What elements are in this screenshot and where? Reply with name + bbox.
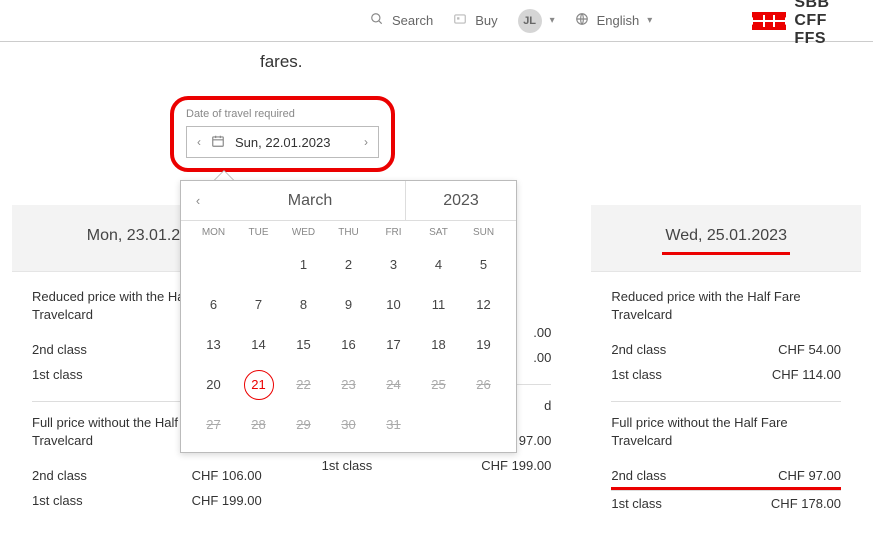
calendar-day[interactable]: 2 — [326, 252, 371, 278]
calendar-day: 23 — [326, 372, 371, 398]
price-row-1st: 1st class CHF 114.00 — [611, 362, 841, 387]
chevron-down-icon: ▾ — [550, 15, 555, 26]
calendar-day[interactable]: 10 — [371, 292, 416, 318]
buy-menu[interactable]: Buy — [453, 12, 497, 29]
calendar-day[interactable]: 18 — [416, 332, 461, 358]
calendar-day[interactable]: 12 — [461, 292, 506, 318]
calendar-day: 25 — [416, 372, 461, 398]
calendar-day-empty — [416, 412, 461, 438]
reduced-price-title: Reduced price with the Half Fare Travelc… — [591, 288, 861, 323]
search-label: Search — [392, 13, 433, 28]
calendar-dow: SUN — [461, 227, 506, 238]
calendar-icon — [211, 134, 231, 151]
calendar-day: 27 — [191, 412, 236, 438]
calendar-grid: MONTUEWEDTHUFRISATSUN1234567891011121314… — [181, 221, 516, 452]
calendar-dow: WED — [281, 227, 326, 238]
globe-icon — [575, 12, 589, 29]
calendar-day[interactable]: 17 — [371, 332, 416, 358]
calendar-day: 30 — [326, 412, 371, 438]
calendar-day: 24 — [371, 372, 416, 398]
calendar-day-empty — [191, 252, 236, 278]
ticket-icon — [453, 12, 467, 29]
date-picker-highlight: Date of travel required ‹ Sun, 22.01.202… — [170, 96, 395, 172]
calendar-day: 22 — [281, 372, 326, 398]
brand-text: SBB CFF FFS — [794, 0, 853, 48]
calendar-day[interactable]: 8 — [281, 292, 326, 318]
calendar-day[interactable]: 4 — [416, 252, 461, 278]
date-picker-label: Date of travel required — [186, 108, 379, 120]
calendar-prev-month[interactable]: ‹ — [181, 193, 215, 208]
calendar-day[interactable]: 13 — [191, 332, 236, 358]
intro-text-tail: fares. — [260, 52, 303, 72]
calendar-day-empty — [236, 252, 281, 278]
top-header: Search Buy JL ▾ English ▾ SBB CFF FFS — [0, 0, 873, 42]
calendar-day[interactable]: 16 — [326, 332, 371, 358]
price-row-1st: 1st class CHF 178.00 — [611, 491, 841, 516]
calendar-day[interactable]: 6 — [191, 292, 236, 318]
calendar-popover: ‹ March 2023 MONTUEWEDTHUFRISATSUN123456… — [180, 180, 517, 453]
calendar-day[interactable]: 21 — [236, 372, 281, 398]
calendar-day[interactable]: 9 — [326, 292, 371, 318]
calendar-day[interactable]: 1 — [281, 252, 326, 278]
chevron-down-icon: ▾ — [647, 15, 652, 26]
price-row-2nd: 2nd class CHF 106.00 — [32, 463, 262, 488]
price-row-2nd-highlighted: 2nd class CHF 97.00 — [611, 463, 841, 488]
calendar-day: 28 — [236, 412, 281, 438]
date-picker-value: Sun, 22.01.2023 — [231, 135, 354, 150]
calendar-dow: SAT — [416, 227, 461, 238]
user-menu[interactable]: JL ▾ — [518, 9, 555, 33]
calendar-day[interactable]: 5 — [461, 252, 506, 278]
price-row-1st: 1st class CHF 199.00 — [322, 453, 552, 478]
date-prev-button[interactable]: ‹ — [187, 135, 211, 149]
search-menu[interactable]: Search — [370, 12, 433, 29]
language-label: English — [597, 13, 640, 28]
price-row-1st: 1st class CHF 199.00 — [32, 488, 262, 513]
buy-label: Buy — [475, 13, 497, 28]
price-row-2nd: 2nd class CHF 54.00 — [611, 337, 841, 362]
calendar-day: 29 — [281, 412, 326, 438]
full-price-title: Full price without the Half Fare Travelc… — [591, 414, 861, 449]
calendar-day[interactable]: 19 — [461, 332, 506, 358]
sbb-red-logo — [752, 12, 786, 30]
calendar-dow: FRI — [371, 227, 416, 238]
calendar-day-empty — [461, 412, 506, 438]
calendar-day: 31 — [371, 412, 416, 438]
calendar-day[interactable]: 20 — [191, 372, 236, 398]
calendar-day[interactable]: 7 — [236, 292, 281, 318]
date-picker-input[interactable]: ‹ Sun, 22.01.2023 › — [186, 126, 379, 158]
calendar-dow: THU — [326, 227, 371, 238]
date-next-button[interactable]: › — [354, 135, 378, 149]
calendar-day[interactable]: 14 — [236, 332, 281, 358]
calendar-day[interactable]: 11 — [416, 292, 461, 318]
card-date: Wed, 25.01.2023 — [591, 205, 861, 272]
calendar-day: 26 — [461, 372, 506, 398]
avatar: JL — [518, 9, 542, 33]
calendar-dow: TUE — [236, 227, 281, 238]
language-menu[interactable]: English ▾ — [575, 12, 653, 29]
calendar-day[interactable]: 3 — [371, 252, 416, 278]
calendar-dow: MON — [191, 227, 236, 238]
brand-logo[interactable]: SBB CFF FFS — [752, 0, 853, 48]
price-card-2: % Wed, 25.01.2023 Reduced price with the… — [591, 205, 861, 516]
calendar-year-select[interactable]: 2023 — [406, 192, 516, 210]
calendar-day[interactable]: 15 — [281, 332, 326, 358]
calendar-month-select[interactable]: March — [215, 192, 405, 210]
search-icon — [370, 12, 384, 29]
